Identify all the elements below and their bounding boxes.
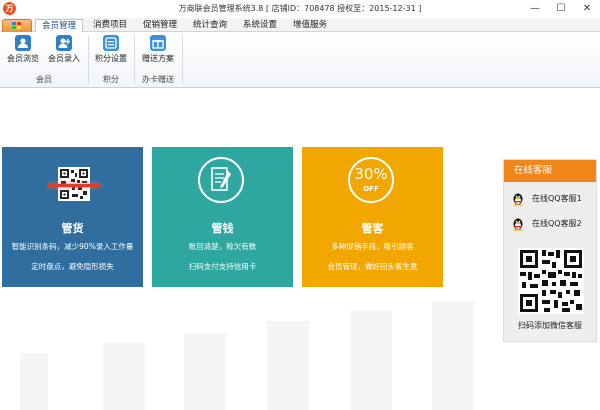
qq-service-2-label: 在线QQ客服2 [532,219,582,228]
ribbon-group-points: 积分 [103,75,119,84]
wechat-caption: 扫码添加微信客服 [518,321,582,330]
scan-line [48,184,100,187]
maximize-button[interactable]: ☐ [548,0,574,18]
qq-penguin-icon [513,218,523,231]
ribbon-separator [182,36,183,84]
card-money-line1: 账目清楚，赊欠有数 [188,242,257,251]
feature-card-customer[interactable]: 30% OFF 管客 多种促销手段，吸引顾客 会员管理，做好回头客生意 [302,147,443,287]
gift-plan-button[interactable]: 赠送方案 [139,35,177,71]
feature-card-goods[interactable]: 管货 智能识别条码，减少90%录入工作量 定时盘点，避免隐形损失 [2,147,143,287]
points-settings-button[interactable]: 积分设置 [93,35,129,71]
members-browse-label: 会员浏览 [7,54,39,63]
ribbon-tab-bar: 会员管理 消费项目 促销管理 统计查询 系统设置 增值服务 [0,18,600,33]
feature-card-money[interactable]: 管钱 账目清楚，赊欠有数 扫码支付支持信用卡 [152,147,293,287]
ledger-pen-icon [198,157,244,203]
card-money-title: 管钱 [211,222,234,235]
discount-badge-icon: 30% OFF [348,157,394,203]
online-service-panel: 在线客服 在线QQ客服1 在线QQ客服2 扫码添加微信客服 [503,159,597,342]
background-bar [350,311,392,410]
card-customer-title: 管客 [361,222,384,235]
tab-consumption-items[interactable]: 消费项目 [86,19,134,33]
qq-service-1-label: 在线QQ客服1 [532,194,582,203]
app-menu-icon [12,22,21,29]
ribbon-group-card-gift: 办卡赠送 [142,75,174,84]
background-bar [20,353,48,410]
file-menu-button[interactable] [2,19,32,32]
close-button[interactable]: ✕ [574,0,600,18]
title-bar: 万 万商联会员管理系统3.8 [ 店铺ID：708478 授权至：2015-12… [0,0,600,18]
card-money-line2: 扫码支付支持信用卡 [188,262,257,271]
points-settings-icon [103,35,119,51]
member-add-icon [56,35,72,51]
card-customer-line1: 多种促销手段，吸引顾客 [331,242,414,251]
qq-penguin-icon [513,193,523,206]
online-service-header: 在线客服 [504,160,596,182]
gift-plan-icon [150,35,166,51]
tab-member-management[interactable]: 会员管理 [35,19,83,33]
wechat-qr-code [518,248,584,314]
members-browse-button[interactable]: 会员浏览 [6,35,40,71]
card-customer-line2: 会员管理，做好回头客生意 [327,262,418,271]
ribbon-group-members: 会员 [36,75,52,84]
minimize-button[interactable]: — [522,0,548,18]
window-title: 万商联会员管理系统3.8 [ 店铺ID：708478 授权至：2015-12-3… [178,4,422,13]
background-bar [267,321,309,410]
discount-percent: 30% [354,165,388,183]
members-browse-icon [15,35,31,51]
ribbon-panel: 会员浏览 会员录入 积分设置 赠送方案 会员 积分 办卡赠送 [0,32,600,88]
card-goods-line1: 智能识别条码，减少90%录入工作量 [11,242,134,251]
tab-promotion-management[interactable]: 促销管理 [136,19,184,33]
gift-plan-label: 赠送方案 [142,54,174,63]
discount-off-label: OFF [363,185,379,193]
background-bar [432,301,474,410]
card-goods-line2: 定时盘点，避免隐形损失 [31,262,114,271]
member-add-label: 会员录入 [48,54,80,63]
tab-statistics-query[interactable]: 统计查询 [186,19,234,33]
member-add-button[interactable]: 会员录入 [46,35,82,71]
points-settings-label: 积分设置 [95,54,127,63]
background-bar [103,343,145,410]
tab-system-settings[interactable]: 系统设置 [236,19,284,33]
card-goods-title: 管货 [61,222,84,235]
background-bar [184,333,226,410]
tab-value-added-services[interactable]: 增值服务 [286,19,334,33]
